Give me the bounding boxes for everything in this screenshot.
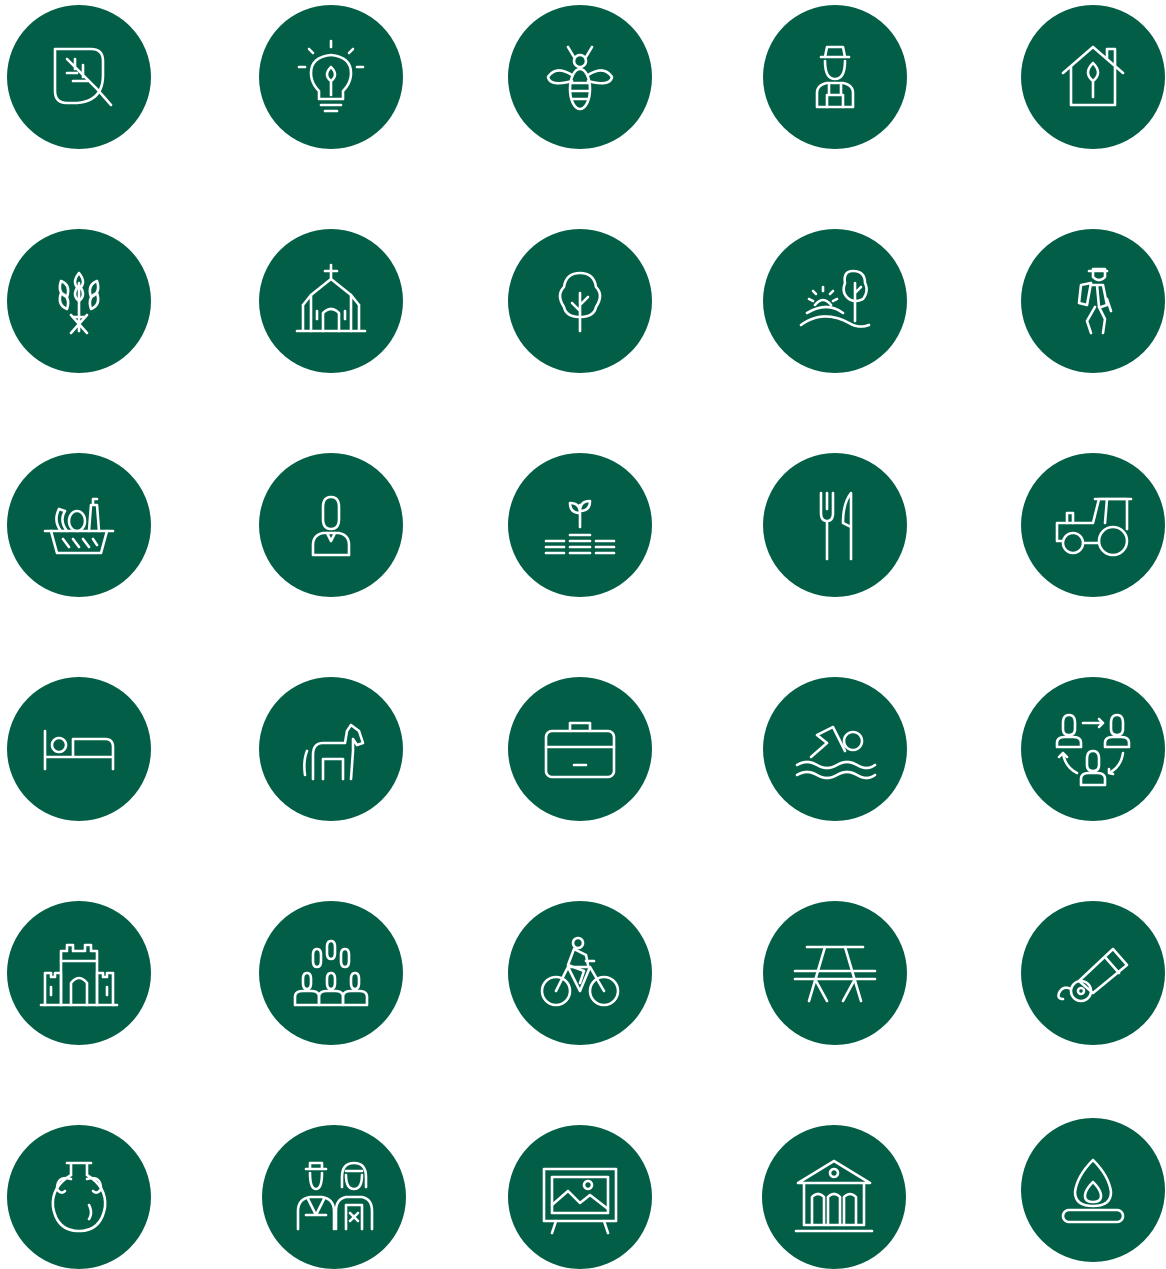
group-icon-tile xyxy=(259,901,403,1045)
fork-knife-icon xyxy=(793,483,877,567)
countryside-sunrise-icon-tile xyxy=(763,229,907,373)
fork-knife-icon-tile xyxy=(763,453,907,597)
swimmer-icon-tile xyxy=(763,677,907,821)
museum-icon-tile xyxy=(762,1125,906,1269)
church-icon xyxy=(289,259,373,343)
no-leaf-icon-tile xyxy=(7,5,151,149)
cannon-icon xyxy=(1051,931,1135,1015)
countryside-sunrise-icon xyxy=(793,259,877,343)
food-basket-icon-tile xyxy=(7,453,151,597)
castle-icon xyxy=(37,931,121,1015)
icon-grid xyxy=(0,0,1166,1269)
amphora-icon-tile xyxy=(7,1125,151,1269)
picnic-table-icon xyxy=(793,931,877,1015)
campfire-icon xyxy=(1051,1148,1135,1232)
farmer-icon xyxy=(793,35,877,119)
tractor-icon xyxy=(1051,483,1135,567)
plant-coins-icon xyxy=(538,483,622,567)
amphora-icon xyxy=(37,1155,121,1239)
cyclist-icon xyxy=(538,931,622,1015)
museum-icon xyxy=(792,1155,876,1239)
tractor-icon-tile xyxy=(1021,453,1165,597)
bee-icon-tile xyxy=(508,5,652,149)
horse-icon xyxy=(289,707,373,791)
eco-house-icon-tile xyxy=(1021,5,1165,149)
plant-coins-icon-tile xyxy=(508,453,652,597)
person-icon-tile xyxy=(259,453,403,597)
wheat-icon xyxy=(37,259,121,343)
cyclist-icon-tile xyxy=(508,901,652,1045)
farmer-icon-tile xyxy=(763,5,907,149)
hiker-icon-tile xyxy=(1021,229,1165,373)
picnic-table-icon-tile xyxy=(763,901,907,1045)
briefcase-icon xyxy=(538,707,622,791)
group-icon xyxy=(289,931,373,1015)
painting-icon xyxy=(538,1155,622,1239)
tree-icon-tile xyxy=(508,229,652,373)
briefcase-icon-tile xyxy=(508,677,652,821)
castle-icon-tile xyxy=(7,901,151,1045)
bed-icon xyxy=(37,707,121,791)
lightbulb-leaf-icon-tile xyxy=(259,5,403,149)
bed-icon-tile xyxy=(7,677,151,821)
food-basket-icon xyxy=(37,483,121,567)
campfire-icon-tile xyxy=(1021,1118,1165,1262)
people-exchange-icon xyxy=(1051,707,1135,791)
wheat-icon-tile xyxy=(7,229,151,373)
traditional-couple-icon xyxy=(292,1155,376,1239)
people-exchange-icon-tile xyxy=(1021,677,1165,821)
traditional-couple-icon-tile xyxy=(262,1125,406,1269)
person-icon xyxy=(289,483,373,567)
church-icon-tile xyxy=(259,229,403,373)
no-leaf-icon xyxy=(37,35,121,119)
bee-icon xyxy=(538,35,622,119)
horse-icon-tile xyxy=(259,677,403,821)
swimmer-icon xyxy=(793,707,877,791)
cannon-icon-tile xyxy=(1021,901,1165,1045)
painting-icon-tile xyxy=(508,1125,652,1269)
lightbulb-leaf-icon xyxy=(289,35,373,119)
tree-icon xyxy=(538,259,622,343)
eco-house-icon xyxy=(1051,35,1135,119)
hiker-icon xyxy=(1051,259,1135,343)
